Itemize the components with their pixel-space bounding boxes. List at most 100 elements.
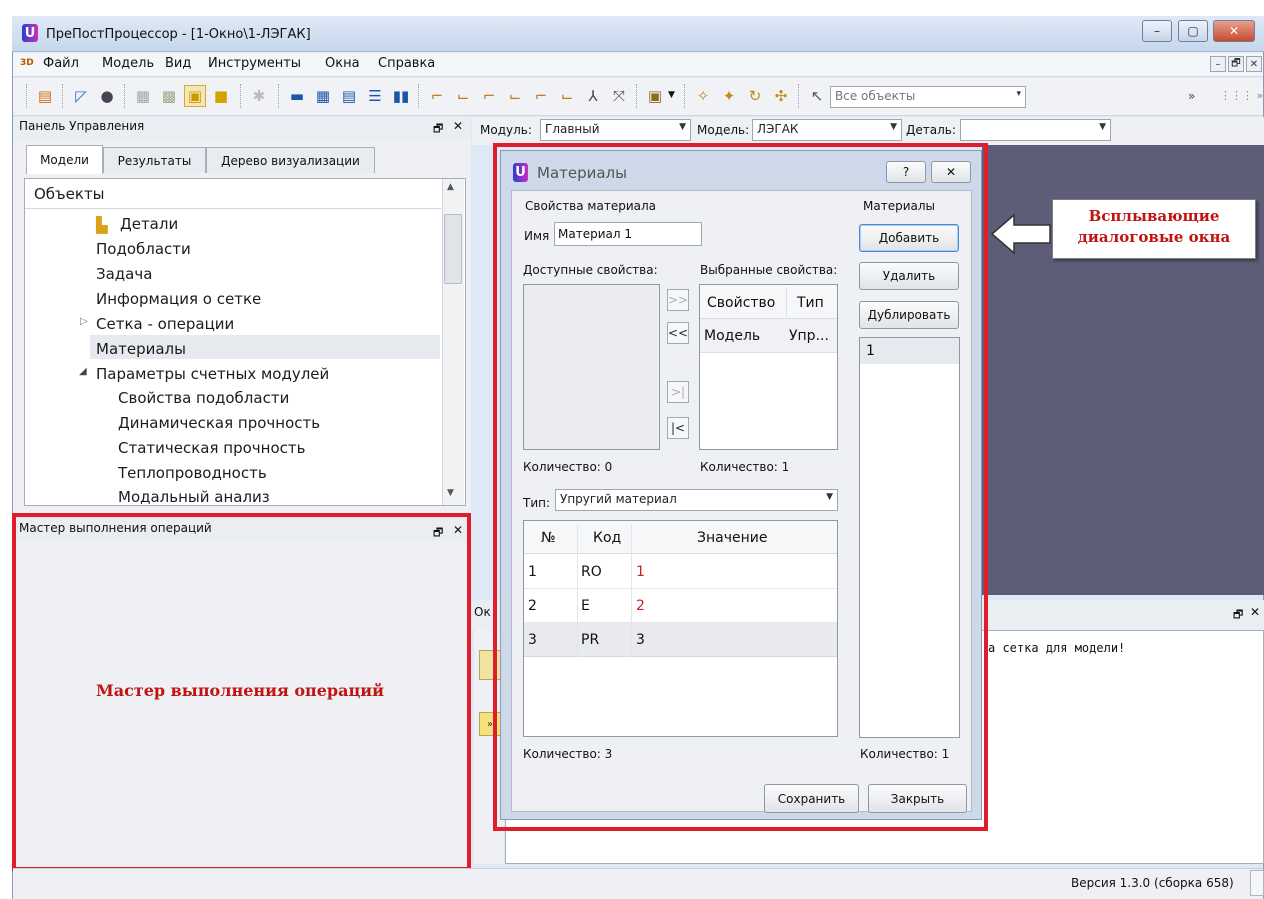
menu-view[interactable]: Вид: [165, 56, 191, 71]
tree-item-task[interactable]: Задача: [96, 265, 152, 283]
menu-bar: [13, 53, 1263, 77]
view-x-icon[interactable]: ⌐: [426, 85, 448, 107]
chevron-down-icon: ▾: [1016, 89, 1021, 99]
rotate-icon[interactable]: ✧: [692, 85, 714, 107]
layout-horizontal-icon[interactable]: ☰: [364, 85, 386, 107]
scroll-down-icon[interactable]: ▼: [447, 488, 454, 498]
cube-wire-icon[interactable]: ▣: [184, 85, 206, 107]
module-select[interactable]: Главный ▼: [540, 119, 691, 141]
toolbar-separator: [62, 84, 64, 108]
version-label: Версия 1.3.0 (сборка 658): [1071, 876, 1234, 890]
toolbar-separator: [418, 84, 420, 108]
cube-grid-icon[interactable]: ▦: [132, 85, 154, 107]
tree-item-subregions[interactable]: Подобласти: [96, 240, 191, 258]
cube-mesh-icon[interactable]: ▩: [158, 85, 180, 107]
panel-float-icon[interactable]: 🗗: [1233, 606, 1243, 625]
axes-icon[interactable]: ⅄: [582, 85, 604, 107]
menu-windows[interactable]: Окна: [325, 56, 360, 71]
layout-three-icon[interactable]: ▤: [338, 85, 360, 107]
toolbar-separator: [278, 84, 280, 108]
callout-line2: диалоговые окна: [1077, 228, 1231, 246]
tab-results[interactable]: Результаты: [103, 147, 206, 173]
chevron-down-icon: ▼: [679, 122, 686, 132]
view-z-icon[interactable]: ⌐: [530, 85, 552, 107]
pointer-icon[interactable]: ↖: [806, 85, 828, 107]
tree-item-solver-params[interactable]: Параметры счетных модулей: [96, 365, 329, 383]
scroll-up-icon[interactable]: ▲: [447, 182, 454, 192]
folder-icon: ▙: [96, 216, 108, 234]
tree-item-mesh-info[interactable]: Информация о сетке: [96, 290, 261, 308]
menu-help[interactable]: Справка: [378, 56, 435, 71]
layout-single-icon[interactable]: ▬: [286, 85, 308, 107]
output-message: а сетка для модели!: [988, 641, 1126, 655]
panel-float-icon[interactable]: 🗗: [433, 120, 443, 139]
toolbar-separator: [240, 84, 242, 108]
menu-model[interactable]: Модель: [102, 56, 154, 71]
output-tab-label[interactable]: Ок: [474, 605, 491, 619]
app-menu-icon[interactable]: 3D: [20, 58, 34, 68]
render-mode-icon[interactable]: ▣: [644, 85, 666, 107]
view-y-icon[interactable]: ⌐: [478, 85, 500, 107]
sphere-icon[interactable]: ●: [96, 85, 118, 107]
module-value: Главный: [545, 122, 600, 136]
spin-icon[interactable]: ↻: [744, 85, 766, 107]
expand-arrow-icon[interactable]: ▷: [80, 316, 88, 327]
zoom-icon[interactable]: ✣: [770, 85, 792, 107]
tree-item-dynamic-strength[interactable]: Динамическая прочность: [118, 414, 320, 432]
toolbar-overflow-button[interactable]: »: [1188, 89, 1195, 103]
mdi-minimize-button[interactable]: –: [1210, 56, 1226, 72]
maximize-button[interactable]: ▢: [1178, 20, 1208, 42]
model-select[interactable]: ЛЭГАК ▼: [752, 119, 902, 141]
layout-quad-icon[interactable]: ▦: [312, 85, 334, 107]
control-panel-title: Панель Управления: [19, 119, 145, 133]
pan-icon[interactable]: ✦: [718, 85, 740, 107]
open-file-icon[interactable]: ▤: [34, 85, 56, 107]
tree-item-heat-conduction[interactable]: Теплопроводность: [118, 464, 267, 482]
model-value: ЛЭГАК: [757, 122, 799, 136]
resize-grip[interactable]: [1250, 870, 1264, 896]
objects-filter-select[interactable]: Все объекты ▾: [830, 86, 1026, 108]
tree-item-modal-analysis[interactable]: Модальный анализ: [118, 488, 270, 504]
toolbar-separator: [26, 84, 28, 108]
fit-view-icon[interactable]: ⤧: [608, 85, 630, 107]
tree-item-materials[interactable]: Материалы: [96, 340, 186, 358]
close-window-button[interactable]: ✕: [1213, 20, 1255, 42]
gear-icon[interactable]: ✱: [248, 85, 270, 107]
render-mode-dropdown-icon[interactable]: ▼: [668, 90, 675, 100]
layout-vertical-icon[interactable]: ▮▮: [390, 85, 412, 107]
tab-models[interactable]: Модели: [26, 145, 103, 174]
detail-select[interactable]: ▼: [960, 119, 1111, 141]
objects-filter-value: Все объекты: [835, 89, 916, 103]
collapse-arrow-icon[interactable]: ◢: [79, 366, 87, 377]
tree-item-static-strength[interactable]: Статическая прочность: [118, 439, 305, 457]
toolbar-separator: [798, 84, 800, 108]
model-label: Модель:: [697, 123, 750, 137]
tab-visualization-tree[interactable]: Дерево визуализации: [206, 147, 375, 173]
detail-label: Деталь:: [906, 123, 956, 137]
menu-tools[interactable]: Инструменты: [208, 56, 301, 71]
toolbar-separator: [636, 84, 638, 108]
panel-close-icon[interactable]: ✕: [453, 119, 463, 133]
dialog-highlight-frame: [493, 143, 988, 831]
view-neg-y-icon[interactable]: ⌙: [504, 85, 526, 107]
tree-item-mesh-operations[interactable]: Сетка - операции: [96, 315, 234, 333]
toolbar-separator: [124, 84, 126, 108]
mdi-restore-button[interactable]: 🗗: [1228, 56, 1244, 72]
tree-item-details[interactable]: Детали: [120, 215, 178, 233]
tree-scroll-thumb[interactable]: [444, 214, 462, 284]
toolbar-overflow2-button[interactable]: ⋮⋮⋮ »: [1220, 89, 1263, 102]
view-neg-x-icon[interactable]: ⌙: [452, 85, 474, 107]
window-title: ПреПостПроцессор - [1-Окно\1-ЛЭГАК]: [46, 27, 311, 42]
chevron-down-icon: ▼: [890, 122, 897, 132]
module-label: Модуль:: [480, 123, 532, 137]
view-neg-z-icon[interactable]: ⌙: [556, 85, 578, 107]
minimize-button[interactable]: –: [1142, 20, 1172, 42]
toolbar-separator: [684, 84, 686, 108]
cube-solid-icon[interactable]: ■: [210, 85, 232, 107]
menu-file[interactable]: Файл: [43, 56, 79, 71]
wizard-annotation: Мастер выполнения операций: [95, 681, 385, 700]
tree-item-subregion-props[interactable]: Свойства подобласти: [118, 389, 289, 407]
panel-close-icon[interactable]: ✕: [1250, 605, 1260, 619]
mdi-close-button[interactable]: ✕: [1246, 56, 1262, 72]
chart-icon[interactable]: ◸: [70, 85, 92, 107]
